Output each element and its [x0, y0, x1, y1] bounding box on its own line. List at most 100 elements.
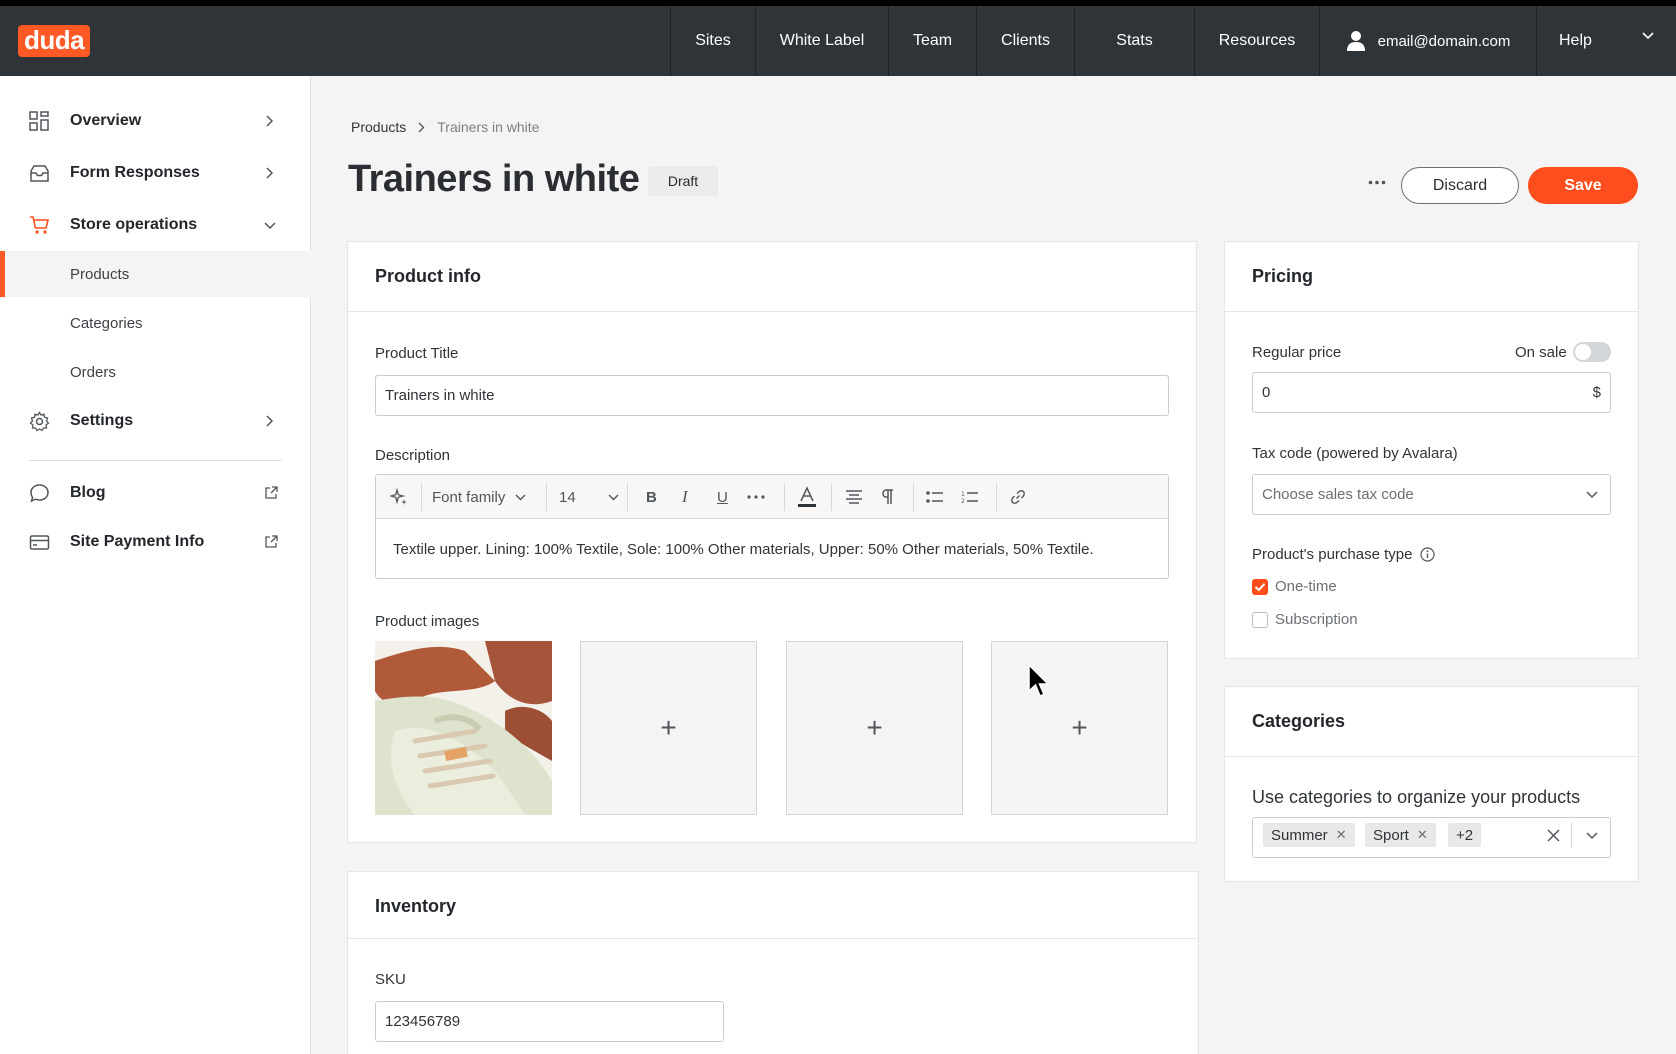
nav-clients[interactable]: Clients [976, 6, 1074, 76]
remove-tag-icon[interactable]: ✕ [1336, 827, 1347, 843]
mouse-cursor-icon [1028, 664, 1050, 697]
numbered-list-button[interactable]: 12 [961, 475, 979, 519]
currency-symbol: $ [1592, 384, 1601, 401]
user-email: email@domain.com [1377, 32, 1511, 50]
more-categories-tag[interactable]: +2 [1448, 823, 1482, 847]
card-title: Pricing [1252, 266, 1314, 286]
sidebar-item-store-operations[interactable]: Store operations [0, 202, 311, 248]
card-title: Categories [1252, 711, 1346, 731]
italic-button[interactable]: I [682, 475, 688, 519]
sku-input[interactable]: 123456789 [375, 1001, 724, 1042]
sidebar-item-settings[interactable]: Settings [0, 398, 311, 444]
font-size-select[interactable]: 14 [559, 475, 619, 519]
card-title: Inventory [375, 896, 457, 916]
pricing-card: Pricing Regular price On sale 0 $ Tax co… [1224, 241, 1639, 659]
external-link-icon [265, 486, 278, 499]
one-time-option[interactable]: One-time [1252, 578, 1337, 595]
breadcrumb-products-link[interactable]: Products [351, 119, 406, 135]
nav-user-account[interactable]: email@domain.com [1319, 6, 1536, 76]
more-options-button[interactable] [1362, 172, 1392, 192]
sneaker-photo [375, 641, 552, 815]
plus-icon: + [866, 712, 883, 743]
bold-icon: B [646, 488, 657, 506]
remove-tag-icon[interactable]: ✕ [1417, 827, 1428, 843]
paragraph-button[interactable] [879, 475, 895, 519]
nav-help[interactable]: Help [1536, 6, 1676, 76]
more-formatting-button[interactable] [747, 475, 765, 519]
font-family-select[interactable]: Font family [432, 475, 526, 519]
link-button[interactable] [1010, 475, 1026, 519]
subscription-option[interactable]: Subscription [1252, 611, 1358, 628]
nav-stats[interactable]: Stats [1074, 6, 1194, 76]
inventory-card: Inventory SKU 123456789 [347, 871, 1199, 1054]
nav-team[interactable]: Team [888, 6, 976, 76]
nav-sites[interactable]: Sites [670, 6, 755, 76]
sidebar-subitem-categories[interactable]: Categories [0, 300, 311, 346]
underline-button[interactable]: U [717, 475, 728, 519]
discard-button[interactable]: Discard [1401, 167, 1519, 204]
select-separator [1571, 822, 1572, 848]
svg-text:2: 2 [961, 498, 965, 504]
sidebar-item-form-responses[interactable]: Form Responses [0, 150, 311, 196]
chevron-right-icon [266, 115, 274, 127]
description-editor: Font family 14 B I U 1 2 Textile upper. … [375, 474, 1169, 579]
sidebar-subitem-products[interactable]: Products [0, 251, 311, 297]
align-center-icon [846, 490, 862, 504]
category-tag-label: Sport [1373, 826, 1409, 844]
sidebar-subitem-orders[interactable]: Orders [0, 349, 311, 395]
add-image-slot[interactable]: + [580, 641, 757, 815]
toolbar-separator [421, 483, 422, 511]
product-image-1[interactable] [375, 641, 552, 815]
plus-icon: + [660, 712, 677, 743]
tax-code-select[interactable]: Choose sales tax code [1252, 474, 1611, 515]
bullet-list-icon [926, 491, 943, 503]
price-value: 0 [1262, 384, 1271, 401]
status-badge: Draft [648, 166, 718, 196]
chevron-down-icon [608, 494, 619, 500]
chevron-down-icon [1642, 32, 1654, 40]
page-title: Trainers in white [348, 158, 640, 200]
bullet-list-button[interactable] [926, 475, 944, 519]
chevron-down-icon[interactable] [1586, 832, 1598, 840]
cart-icon [30, 216, 50, 234]
underline-icon: U [717, 488, 728, 506]
italic-icon: I [682, 487, 688, 506]
check-icon [1254, 582, 1266, 591]
chevron-right-icon [418, 122, 425, 132]
save-button[interactable]: Save [1528, 167, 1638, 204]
chevron-down-icon [515, 494, 526, 500]
one-time-checkbox[interactable] [1252, 578, 1268, 595]
top-bar: duda Sites White Label Team Clients Stat… [0, 0, 1676, 76]
product-title-input[interactable]: Trainers in white [375, 375, 1169, 416]
chat-bubble-icon [30, 484, 49, 503]
sidebar-item-blog[interactable]: Blog [0, 470, 311, 516]
nav-resources[interactable]: Resources [1194, 6, 1319, 76]
add-image-slot[interactable]: + [991, 641, 1168, 815]
sidebar-subitem-label: Orders [70, 363, 116, 381]
category-tag[interactable]: Summer ✕ [1263, 823, 1355, 847]
category-tag[interactable]: Sport ✕ [1365, 823, 1436, 847]
info-icon[interactable] [1420, 547, 1436, 562]
subscription-label: Subscription [1275, 611, 1358, 628]
subscription-checkbox[interactable] [1252, 611, 1268, 628]
add-image-slot[interactable]: + [786, 641, 963, 815]
clear-icon[interactable] [1547, 829, 1560, 842]
sidebar-item-site-payment-info[interactable]: Site Payment Info [0, 519, 311, 565]
sidebar-subitem-label: Categories [70, 314, 143, 332]
sidebar-item-overview[interactable]: Overview [0, 98, 311, 144]
bold-button[interactable]: B [646, 475, 657, 519]
duda-logo[interactable]: duda [18, 25, 90, 57]
ai-assist-button[interactable] [390, 475, 408, 519]
text-color-button[interactable] [797, 475, 817, 519]
numbered-list-icon: 12 [961, 491, 978, 504]
description-text[interactable]: Textile upper. Lining: 100% Textile, Sol… [393, 541, 1094, 558]
align-button[interactable] [845, 475, 863, 519]
regular-price-input[interactable]: 0 $ [1252, 372, 1611, 413]
font-family-label: Font family [432, 488, 506, 506]
toolbar-separator [546, 483, 547, 511]
nav-white-label[interactable]: White Label [755, 6, 888, 76]
on-sale-toggle[interactable] [1573, 342, 1611, 362]
card-header: Categories [1225, 687, 1638, 757]
more-categories-count: +2 [1456, 826, 1474, 844]
product-title-label: Product Title [375, 345, 459, 362]
